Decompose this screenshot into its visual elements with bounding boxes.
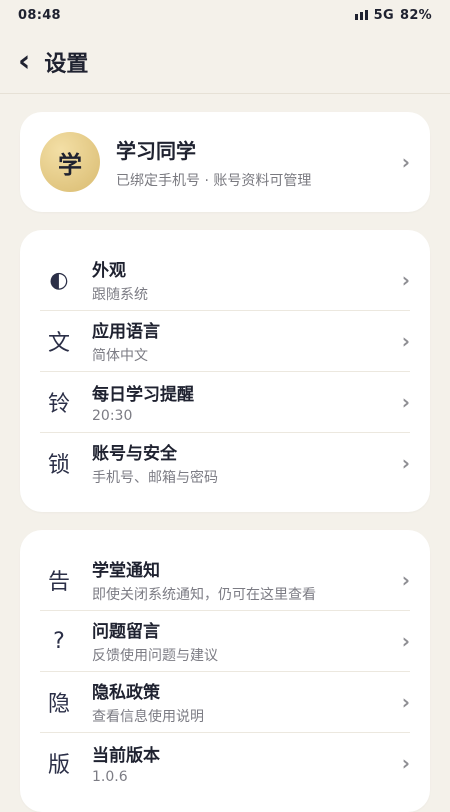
row-title: 应用语言 <box>92 322 160 342</box>
row-title: 外观 <box>92 261 126 281</box>
settings-row[interactable]: 铃 每日学习提醒 20:30 › <box>40 372 410 433</box>
chevron-right-icon: › <box>401 390 410 414</box>
chevron-right-icon: › <box>401 690 410 714</box>
row-title: 隐私政策 <box>92 683 160 703</box>
profile-subtitle: 已绑定手机号 · 账号资料可管理 <box>116 172 312 189</box>
status-indicators: 5G 82% <box>354 7 432 23</box>
lock-icon: 锁 <box>47 453 70 478</box>
page-title: 设置 <box>44 51 89 77</box>
chevron-right-icon: › <box>401 268 410 292</box>
settings-row[interactable]: 锁账号与安全 手机号、邮箱与密码 › <box>40 433 410 493</box>
privacy-icon: 隐 <box>47 692 70 717</box>
row-text: 应用语言 简体中文 <box>92 317 394 365</box>
chevron-right-icon: › <box>401 451 410 475</box>
profile-card[interactable]: 学 学习同学 已绑定手机号 · 账号资料可管理 › <box>20 112 430 212</box>
row-subtitle: 1.0.6 <box>92 769 128 785</box>
back-arrow-icon[interactable]: ‹ <box>18 46 30 77</box>
settings-row[interactable]: 隐隐私政策 查看信息使用说明 › <box>40 672 410 733</box>
row-subtitle: 即使关闭系统通知，仍可在这里查看 <box>92 587 316 603</box>
network-type: 5G <box>373 7 394 23</box>
profile-text: 学习同学 已绑定手机号 · 账号资料可管理 <box>116 135 394 190</box>
row-title: 账号与安全 <box>92 444 177 464</box>
battery-level: 82% <box>399 7 432 23</box>
settings-group-preferences: ◐ 外观 跟随系统 › 文应用语言 简体中文 › 铃每日学习提醒 20:30 › 锁账号与安全 手机号… <box>20 230 430 512</box>
row-title: 当前版本 <box>92 746 160 766</box>
row-subtitle: 20:30 <box>92 408 133 424</box>
settings-row[interactable]: ? 问题留言反馈使用问题与建议 › <box>40 611 410 672</box>
row-subtitle: 跟随系统 <box>92 287 148 303</box>
chevron-right-icon: › <box>401 568 410 592</box>
settings-row[interactable]: 文应用语言 简体中文 › <box>40 311 410 372</box>
row-text: 问题留言反馈使用问题与建议 <box>92 617 394 665</box>
chevron-right-icon: › <box>401 751 410 775</box>
question-icon: ? <box>53 628 65 654</box>
row-text: 每日学习提醒 20:30 <box>92 380 394 424</box>
signal-icon <box>354 10 368 20</box>
row-text: 隐私政策查看信息使用说明 <box>92 678 394 726</box>
avatar: 学 <box>40 132 100 192</box>
version-icon: 版 <box>47 753 70 778</box>
status-bar: 08:48 5G 82% <box>0 0 450 30</box>
row-subtitle: 手机号、邮箱与密码 <box>92 470 218 486</box>
row-text: 外观 跟随系统 <box>92 256 394 304</box>
row-title: 每日学习提醒 <box>92 385 194 405</box>
chevron-right-icon: › <box>401 329 410 353</box>
row-text: 当前版本 1.0.6 <box>92 741 394 785</box>
bell-icon: 铃 <box>47 392 70 417</box>
row-subtitle: 反馈使用问题与建议 <box>92 648 218 664</box>
status-time: 08:48 <box>18 7 61 23</box>
row-text: 账号与安全手机号、邮箱与密码 <box>92 439 394 487</box>
row-text: 学堂通知即使关闭系统通知，仍可在这里查看 <box>92 556 394 604</box>
row-subtitle: 简体中文 <box>92 348 148 364</box>
page-header: ‹ 设置 <box>0 30 450 94</box>
chevron-right-icon: › <box>401 150 410 174</box>
row-subtitle: 查看信息使用说明 <box>92 709 204 725</box>
language-icon: 文 <box>47 331 70 356</box>
settings-row[interactable]: 版 当前版本 1.0.6 › <box>40 733 410 793</box>
row-title: 问题留言 <box>92 622 160 642</box>
chevron-right-icon: › <box>401 629 410 653</box>
row-title: 学堂通知 <box>92 561 160 581</box>
settings-row[interactable]: ◐ 外观跟随系统 › <box>40 250 410 311</box>
appearance-icon: ◐ <box>49 267 69 293</box>
notice-icon: 告 <box>47 570 70 595</box>
settings-row[interactable]: 告学堂通知 即使关闭系统通知，仍可在这里查看 › <box>40 550 410 611</box>
settings-group-info: 告学堂通知 即使关闭系统通知，仍可在这里查看 ›? 问题留言 反馈使用问题与建议 › 隐隐私… <box>20 530 430 812</box>
profile-name: 学习同学 <box>116 138 196 163</box>
